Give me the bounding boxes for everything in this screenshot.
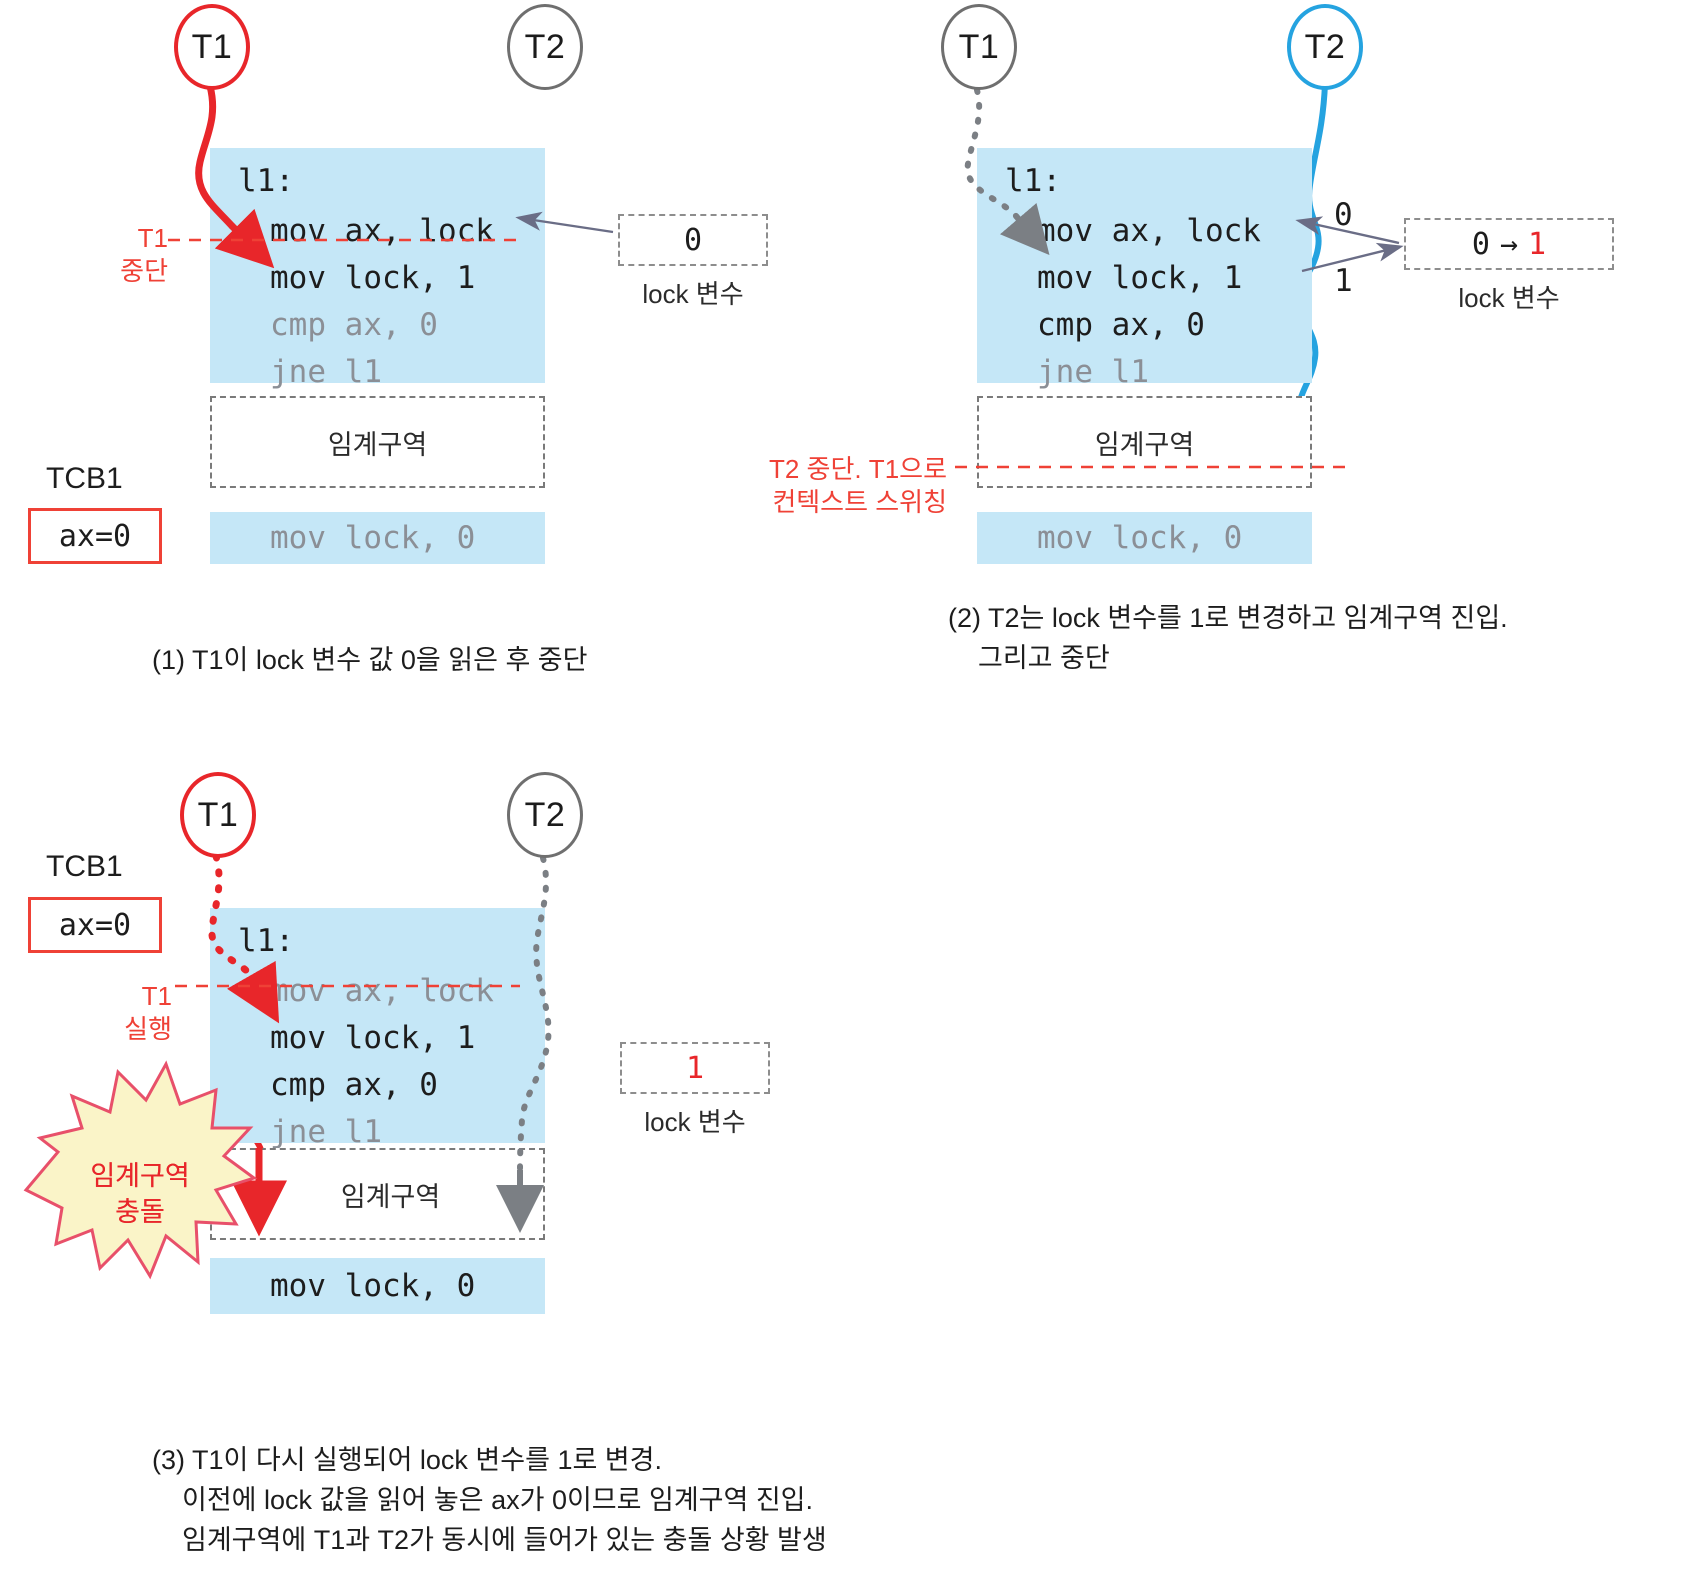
panel3-release-block: mov lock, 0 bbox=[210, 1258, 545, 1314]
panel1-tcb-value: ax=0 bbox=[58, 518, 132, 554]
panel1-release-line: mov lock, 0 bbox=[270, 520, 476, 556]
panel3-thread1-label: T1 bbox=[197, 795, 239, 834]
panel2-code-line-1: mov lock, 1 bbox=[1037, 260, 1243, 296]
panel1-code-block: l1: mov ax, lock mov lock, 1 cmp ax, 0 j… bbox=[210, 148, 545, 390]
panel2-lock-variable-box: 0 → 1 bbox=[1404, 218, 1614, 270]
panel2-lock-value-new: 1 bbox=[1528, 226, 1547, 262]
panel3-lock-value: 1 bbox=[685, 1050, 705, 1086]
panel3-caption: (3) T1이 다시 실행되어 lock 변수를 1로 변경. 이전에 lock… bbox=[152, 1445, 827, 1555]
panel3-release-line: mov lock, 0 bbox=[270, 1268, 476, 1304]
panel3-critical-section-box: 임계구역 bbox=[210, 1148, 545, 1240]
panel1-tcb-box: ax=0 bbox=[28, 508, 162, 564]
panel1-critical-section-box: 임계구역 bbox=[210, 396, 545, 488]
panel1-tcb-label: TCB1 bbox=[46, 462, 123, 495]
panel2-code-line-0: mov ax, lock bbox=[1037, 213, 1261, 249]
panel3-code-line-1: mov lock, 1 bbox=[270, 1020, 476, 1056]
panel2-code-line-3: jne l1 bbox=[1037, 354, 1149, 390]
panel1-thread2-label: T2 bbox=[524, 27, 566, 66]
panel3-code-label: l1: bbox=[238, 923, 294, 959]
panel3-thread2-label: T2 bbox=[524, 795, 566, 834]
panel2-lock-value-arrow: → bbox=[1499, 226, 1519, 262]
panel1-lock-variable-box: 0 bbox=[618, 214, 768, 266]
panel3-lock-variable-caption: lock 변수 bbox=[644, 1107, 746, 1137]
panel3-code-line-0: mov ax, lock bbox=[270, 973, 494, 1009]
panel1-suspend-annotation: T1 중단 bbox=[120, 223, 168, 286]
panel3-critical-section-label: 임계구역 bbox=[340, 1181, 441, 1212]
panel2-critical-section-box: 임계구역 bbox=[977, 396, 1312, 488]
panel2-thread1-node[interactable]: T1 bbox=[941, 4, 1017, 90]
panel3-thread2-node[interactable]: T2 bbox=[507, 772, 583, 858]
panel1-code-line-0: mov ax, lock bbox=[270, 213, 494, 249]
panel1-release-block: mov lock, 0 bbox=[210, 512, 545, 564]
panel2-code-line-2: cmp ax, 0 bbox=[1037, 307, 1205, 343]
panel2-caption: (2) T2는 lock 변수를 1로 변경하고 임계구역 진입. 그리고 중단 bbox=[948, 603, 1508, 673]
panel2-critical-section-label: 임계구역 bbox=[1094, 429, 1195, 460]
panel1-thread1-label: T1 bbox=[191, 27, 233, 66]
panel1-lock-variable-caption: lock 변수 bbox=[642, 279, 744, 309]
panel1-lock-value: 0 bbox=[683, 222, 703, 258]
panel1-code-label: l1: bbox=[238, 163, 294, 199]
panel1-code-line-3: jne l1 bbox=[270, 354, 382, 390]
panel1-thread1-node[interactable]: T1 bbox=[174, 4, 250, 90]
panel2-lock-value-old: 0 bbox=[1471, 226, 1490, 262]
panel1-code-line-2: cmp ax, 0 bbox=[270, 307, 438, 343]
panel3-code-block: l1: mov ax, lock mov lock, 1 cmp ax, 0 j… bbox=[210, 908, 545, 1150]
panel3-tcb-box: ax=0 bbox=[28, 897, 162, 953]
panel3-run-annotation: T1 실행 bbox=[124, 981, 172, 1044]
panel2-lock-variable-caption: lock 변수 bbox=[1458, 283, 1560, 313]
panel3-tcb-value: ax=0 bbox=[58, 907, 132, 943]
panel2-write-value-label: 1 bbox=[1334, 263, 1353, 299]
panel2-code-block: l1: mov ax, lock mov lock, 1 cmp ax, 0 j… bbox=[977, 148, 1312, 390]
panel2-thread2-label: T2 bbox=[1304, 27, 1346, 66]
panel1-thread2-node[interactable]: T2 bbox=[507, 4, 583, 90]
panel2-thread2-node[interactable]: T2 bbox=[1287, 4, 1363, 90]
panel2-code-label: l1: bbox=[1005, 163, 1061, 199]
panel2-release-line: mov lock, 0 bbox=[1037, 520, 1243, 556]
panel1-code-line-1: mov lock, 1 bbox=[270, 260, 476, 296]
panel3-thread1-node[interactable]: T1 bbox=[180, 772, 256, 858]
panel2-suspend-annotation: T2 중단. T1으로 컨텍스트 스위칭 bbox=[768, 454, 947, 517]
panel3-lock-variable-box: 1 bbox=[620, 1042, 770, 1094]
panel3-tcb-label: TCB1 bbox=[46, 850, 123, 883]
panel1-critical-section-label: 임계구역 bbox=[327, 429, 428, 460]
panel1-caption: (1) T1이 lock 변수 값 0을 읽은 후 중단 bbox=[152, 645, 588, 675]
panel3-code-line-2: cmp ax, 0 bbox=[270, 1067, 438, 1103]
panel2-thread1-label: T1 bbox=[958, 27, 1000, 66]
panel2-release-block: mov lock, 0 bbox=[977, 512, 1312, 564]
panel3-collision-burst-text-top: 임계구역 충돌 bbox=[90, 1161, 190, 1227]
panel2-read-value-label: 0 bbox=[1334, 197, 1353, 233]
